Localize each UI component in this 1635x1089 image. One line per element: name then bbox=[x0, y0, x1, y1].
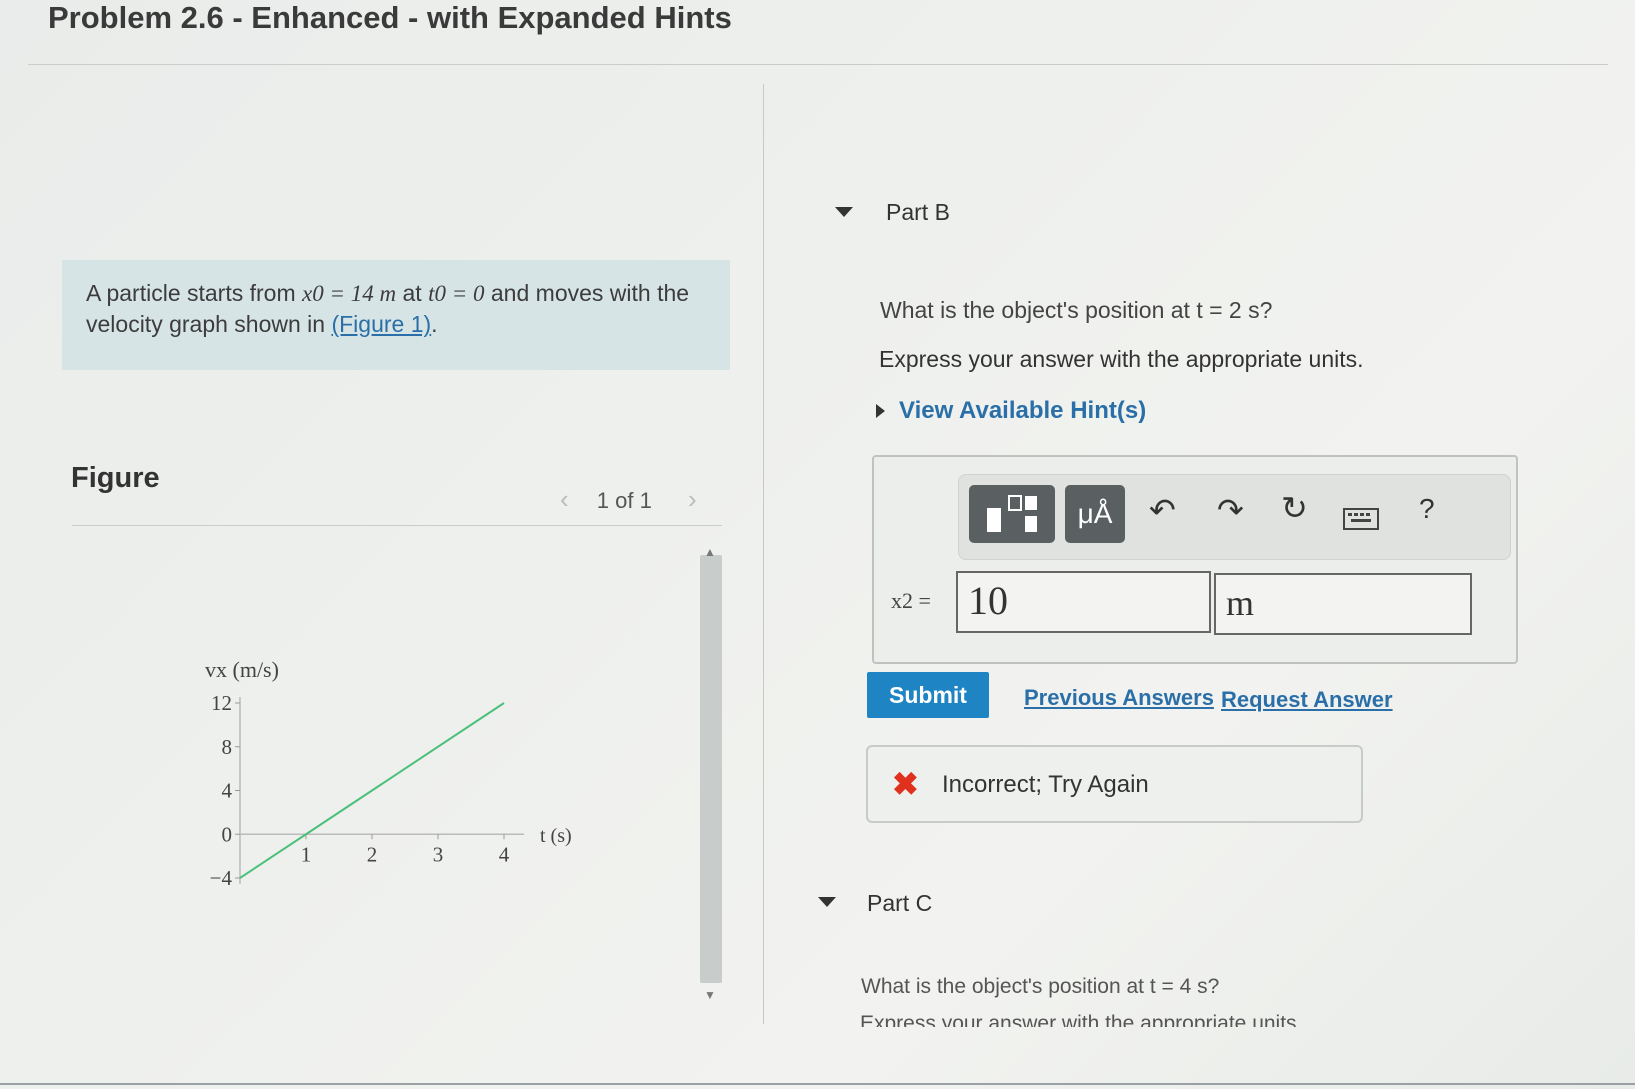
incorrect-icon: ✖ bbox=[892, 766, 919, 802]
feedback-message: Incorrect; Try Again bbox=[942, 771, 1149, 798]
part-c-question: What is the object's position at t = 4 s… bbox=[861, 975, 1220, 998]
page-title: Problem 2.6 - Enhanced - with Expanded H… bbox=[48, 0, 732, 35]
y-tick-label: 0 bbox=[222, 822, 233, 846]
x-tick-label: 3 bbox=[433, 842, 444, 866]
expand-icon bbox=[876, 404, 885, 418]
part-b-collapse-icon[interactable] bbox=[835, 207, 853, 217]
next-figure-icon[interactable]: › bbox=[688, 484, 697, 514]
y-tick-label: −4 bbox=[210, 866, 233, 890]
prev-figure-icon[interactable]: ‹ bbox=[560, 484, 569, 514]
x-tick-label: 1 bbox=[301, 842, 312, 866]
hint-toggle-label: View Available Hint(s) bbox=[899, 397, 1147, 424]
title-divider bbox=[28, 64, 1608, 65]
problem-text-1: A particle starts from bbox=[86, 280, 303, 306]
variable-label: x2 = bbox=[891, 588, 931, 613]
figure-pager: ‹ 1 of 1 › bbox=[560, 484, 697, 515]
unit-input[interactable]: m bbox=[1214, 573, 1472, 635]
scroll-down-icon[interactable]: ▼ bbox=[704, 988, 716, 1002]
figure-scrollbar[interactable] bbox=[700, 555, 722, 983]
figure-heading: Figure bbox=[71, 462, 160, 494]
y-axis-label: vx (m/s) bbox=[205, 657, 279, 682]
x-tick-label: 2 bbox=[367, 842, 378, 866]
reset-icon[interactable]: ↻ bbox=[1281, 489, 1308, 527]
pane-divider bbox=[763, 84, 764, 1024]
figure-link[interactable]: (Figure 1) bbox=[331, 311, 431, 337]
part-b-title: Part B bbox=[886, 199, 950, 225]
request-answer-link[interactable]: Request Answer bbox=[1221, 687, 1393, 713]
pager-label: 1 of 1 bbox=[596, 488, 652, 513]
x-axis-label: t (s) bbox=[540, 825, 572, 847]
x-tick-label: 4 bbox=[499, 842, 510, 866]
scroll-up-icon[interactable]: ▲ bbox=[704, 545, 716, 559]
part-c-collapse-icon[interactable] bbox=[818, 897, 836, 907]
keyboard-icon[interactable] bbox=[1343, 501, 1379, 538]
problem-period: . bbox=[431, 311, 438, 337]
t0-expression: t0 = 0 bbox=[428, 281, 485, 306]
feedback-box: ✖ Incorrect; Try Again bbox=[866, 745, 1363, 823]
submit-button[interactable]: Submit bbox=[867, 672, 989, 718]
bottom-edge bbox=[0, 1083, 1635, 1085]
graph-axes bbox=[239, 697, 524, 884]
hint-toggle[interactable]: View Available Hint(s) bbox=[876, 397, 1146, 425]
y-tick-label: 12 bbox=[211, 691, 232, 715]
part-c-title: Part C bbox=[867, 890, 933, 916]
part-b-instruction: Express your answer with the appropriate… bbox=[879, 346, 1364, 372]
value-input[interactable]: 10 bbox=[956, 571, 1211, 633]
y-tick-label: 4 bbox=[222, 779, 233, 803]
math-toolbar: μÅ ↶ ↷ ↻ ? bbox=[958, 474, 1511, 560]
figure-divider bbox=[72, 525, 722, 526]
previous-answers-link[interactable]: Previous Answers bbox=[1024, 685, 1214, 711]
fraction-template-icon[interactable] bbox=[969, 485, 1055, 543]
undo-icon[interactable]: ↶ bbox=[1149, 491, 1176, 529]
graph-ticks: 12840−41 2 3 4 bbox=[210, 691, 510, 890]
help-button[interactable]: ? bbox=[1419, 493, 1435, 525]
part-b-question: What is the object's position at t = 2 s… bbox=[880, 297, 1273, 323]
x0-expression: x0 = 14 m bbox=[302, 281, 397, 306]
y-tick-label: 8 bbox=[222, 735, 233, 759]
units-button[interactable]: μÅ bbox=[1065, 485, 1125, 543]
problem-statement: A particle starts from x0 = 14 m at t0 =… bbox=[62, 260, 730, 370]
velocity-graph: 12840−41 2 3 4 vx (m/s) t (s) bbox=[205, 657, 572, 890]
problem-text-2: at bbox=[396, 280, 429, 306]
part-c-instruction: Express your answer with the appropriate… bbox=[860, 1012, 1303, 1027]
redo-icon[interactable]: ↷ bbox=[1217, 491, 1244, 529]
